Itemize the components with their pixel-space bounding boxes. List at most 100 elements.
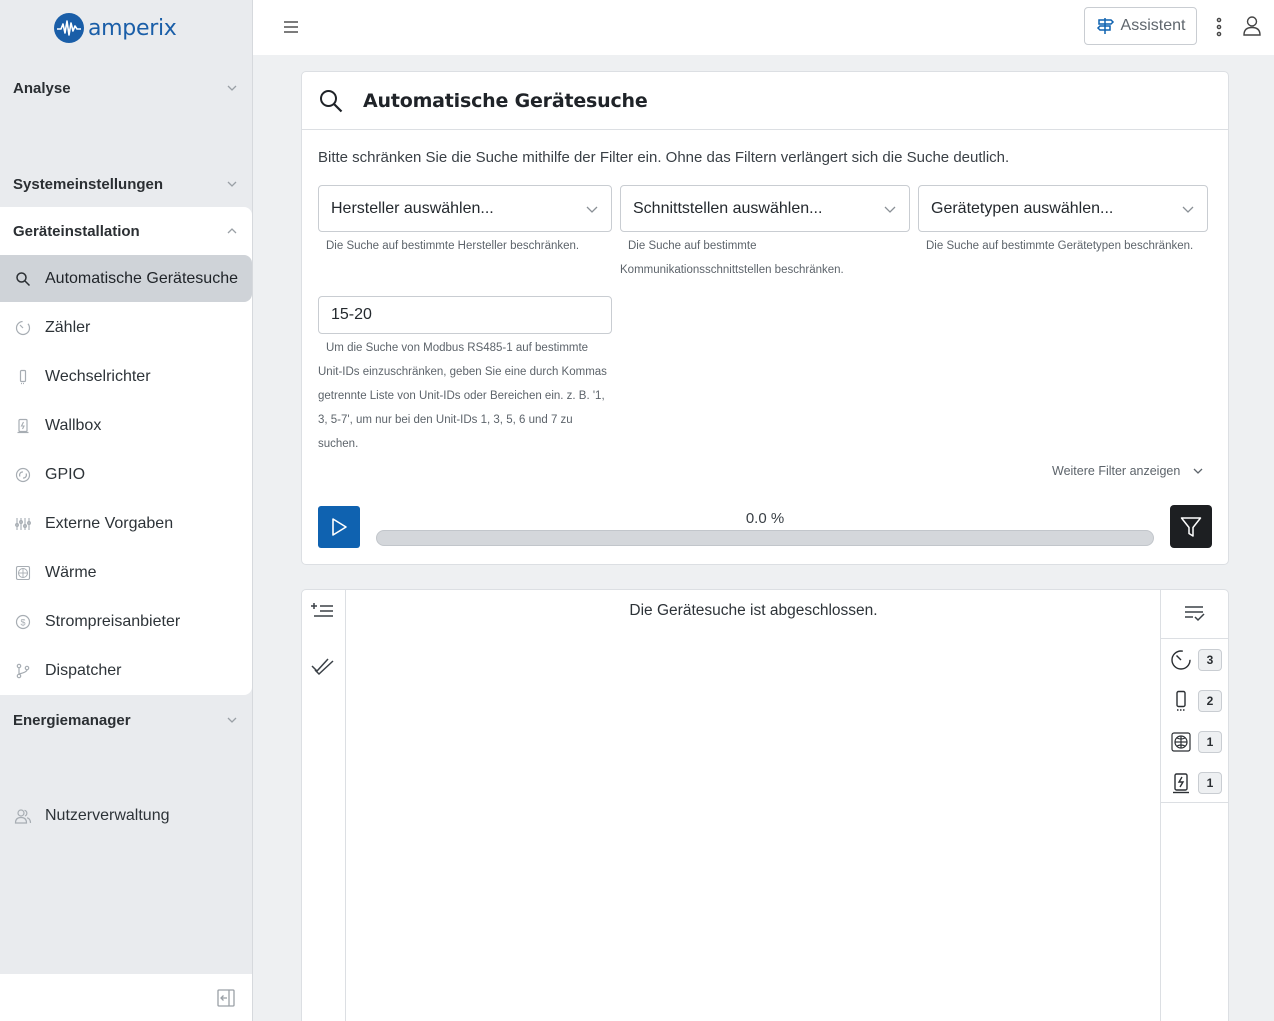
meter-icon: [1171, 649, 1191, 670]
sidebar-item-gpio[interactable]: GPIO: [0, 451, 252, 498]
sidebar-footer: [0, 974, 252, 1021]
sidebar-item-label: Wallbox: [45, 416, 102, 434]
manufacturer-select-value: Hersteller auswählen...: [331, 199, 494, 217]
play-icon: [332, 518, 347, 536]
sidebar-item-label: Wechselrichter: [45, 367, 151, 385]
collapse-icon: [217, 989, 235, 1007]
sidebar-item-meter[interactable]: Zähler: [0, 304, 252, 351]
inverter-icon: [1176, 690, 1186, 711]
wallbox-icon: [14, 417, 32, 435]
filter-hint: Bitte schränken Sie die Suche mithilfe d…: [318, 149, 1010, 166]
sidebar-item-users[interactable]: Nutzerverwaltung: [0, 792, 252, 839]
search-status: Die Gerätesuche ist abgeschlossen.: [629, 602, 878, 619]
sidebar-item-auto-search[interactable]: Automatische Gerätesuche: [0, 255, 252, 302]
sidebar-item-dispatcher[interactable]: Dispatcher: [0, 647, 252, 694]
count-heat[interactable]: 1: [1161, 721, 1229, 762]
sidebar-item-label: Strompreisanbieter: [45, 612, 181, 630]
interface-select[interactable]: Schnittstellen auswählen...: [620, 185, 910, 232]
heat-icon: [14, 564, 32, 582]
chevron-down-icon: [884, 206, 896, 213]
add-list-icon: [311, 603, 333, 617]
chevron-down-icon: [586, 206, 598, 213]
progress-label: 0.0 %: [745, 510, 785, 527]
select-all-button[interactable]: [311, 654, 335, 678]
device-search-card: Automatische Gerätesuche Bitte schränken…: [301, 71, 1229, 565]
section-system-label: Systemeinstellungen: [13, 175, 164, 193]
section-system[interactable]: Systemeinstellungen: [0, 160, 252, 208]
filter-button[interactable]: [1170, 505, 1212, 548]
count-inverter[interactable]: 2: [1161, 680, 1229, 721]
sidebar-item-label: Automatische Gerätesuche: [45, 269, 238, 287]
interface-select-value: Schnittstellen auswählen...: [633, 199, 823, 217]
sidebar-item-label: Dispatcher: [45, 661, 122, 679]
section-energy[interactable]: Energiemanager: [0, 696, 252, 744]
svg-text:$: $: [20, 617, 25, 627]
kebab-menu-icon: [1216, 17, 1222, 37]
signpost-icon: [1096, 18, 1114, 34]
more-options-button[interactable]: [1215, 16, 1223, 38]
brand-name: amperix: [88, 15, 177, 41]
results-summary-panel: 3 2 1 1: [1160, 590, 1229, 1021]
sidebar-item-label: Wärme: [45, 563, 97, 581]
chevron-up-icon: [227, 228, 237, 234]
divider: [1161, 802, 1229, 803]
interface-help: Die Suche auf bestimmte Kommunikationssc…: [620, 240, 844, 276]
count-badge: 1: [1198, 730, 1222, 753]
meter-icon: [14, 319, 32, 337]
heat-icon: [1171, 731, 1191, 752]
chevron-down-icon: [227, 717, 237, 723]
price-icon: $: [14, 613, 32, 631]
sidebar-item-label: Zähler: [45, 318, 91, 336]
sidebar-item-inverter[interactable]: Wechselrichter: [0, 353, 252, 400]
device-type-select[interactable]: Gerätetypen auswählen...: [918, 185, 1208, 232]
section-install-group: Geräteinstallation Automatische Gerätesu…: [0, 207, 252, 695]
gpio-icon: [14, 466, 32, 484]
user-icon: [1243, 16, 1261, 36]
sliders-icon: [14, 515, 32, 533]
collapse-sidebar-button[interactable]: [216, 988, 236, 1008]
double-check-icon: [311, 658, 334, 676]
inverter-icon: [14, 368, 32, 386]
sidebar-item-heat[interactable]: Wärme: [0, 549, 252, 596]
section-install[interactable]: Geräteinstallation: [0, 207, 252, 255]
sidebar: amperix Analyse Systemeinstellungen Gerä…: [0, 0, 253, 1021]
wallbox-icon: [1173, 772, 1189, 793]
more-filters-toggle[interactable]: Weitere Filter anzeigen: [1052, 464, 1204, 478]
assistant-button[interactable]: Assistent: [1084, 7, 1197, 45]
results-toolbar: [302, 590, 346, 1021]
progress-bar: [376, 530, 1154, 546]
add-list-button[interactable]: [311, 600, 335, 622]
users-icon: [14, 807, 32, 825]
menu-button[interactable]: [281, 17, 301, 37]
search-icon: [320, 89, 343, 112]
manufacturer-select[interactable]: Hersteller auswählen...: [318, 185, 612, 232]
brand-logo-icon: [54, 13, 84, 43]
count-meter[interactable]: 3: [1161, 639, 1229, 680]
assistant-label: Assistent: [1120, 17, 1186, 34]
search-icon: [14, 270, 32, 288]
section-analyse[interactable]: Analyse: [0, 64, 252, 112]
sidebar-item-label: Nutzerverwaltung: [45, 806, 170, 824]
count-badge: 1: [1198, 771, 1222, 794]
sidebar-item-label: GPIO: [45, 465, 86, 483]
count-wallbox[interactable]: 1: [1161, 762, 1229, 803]
count-badge: 3: [1198, 648, 1222, 671]
more-filters-label: Weitere Filter anzeigen: [1052, 464, 1181, 478]
section-analyse-label: Analyse: [13, 79, 71, 97]
section-install-label: Geräteinstallation: [13, 222, 140, 240]
unit-id-input[interactable]: [318, 296, 612, 334]
brand-logo[interactable]: amperix: [53, 12, 177, 44]
device-type-help: Die Suche auf bestimmte Gerätetypen besc…: [926, 240, 1194, 252]
start-search-button[interactable]: [318, 506, 360, 548]
sidebar-item-price[interactable]: $ Strompreisanbieter: [0, 598, 252, 645]
sidebar-item-external[interactable]: Externe Vorgaben: [0, 500, 252, 547]
checklist-button[interactable]: [1161, 590, 1229, 639]
hamburger-icon: [284, 21, 298, 33]
chevron-down-icon: [227, 85, 237, 91]
chevron-down-icon: [1193, 468, 1203, 474]
device-type-select-value: Gerätetypen auswählen...: [931, 199, 1114, 217]
chevron-down-icon: [1182, 206, 1194, 213]
sidebar-item-wallbox[interactable]: Wallbox: [0, 402, 252, 449]
results-card: Die Gerätesuche ist abgeschlossen. 3 2 1…: [301, 589, 1229, 1021]
user-profile-button[interactable]: [1242, 15, 1262, 37]
